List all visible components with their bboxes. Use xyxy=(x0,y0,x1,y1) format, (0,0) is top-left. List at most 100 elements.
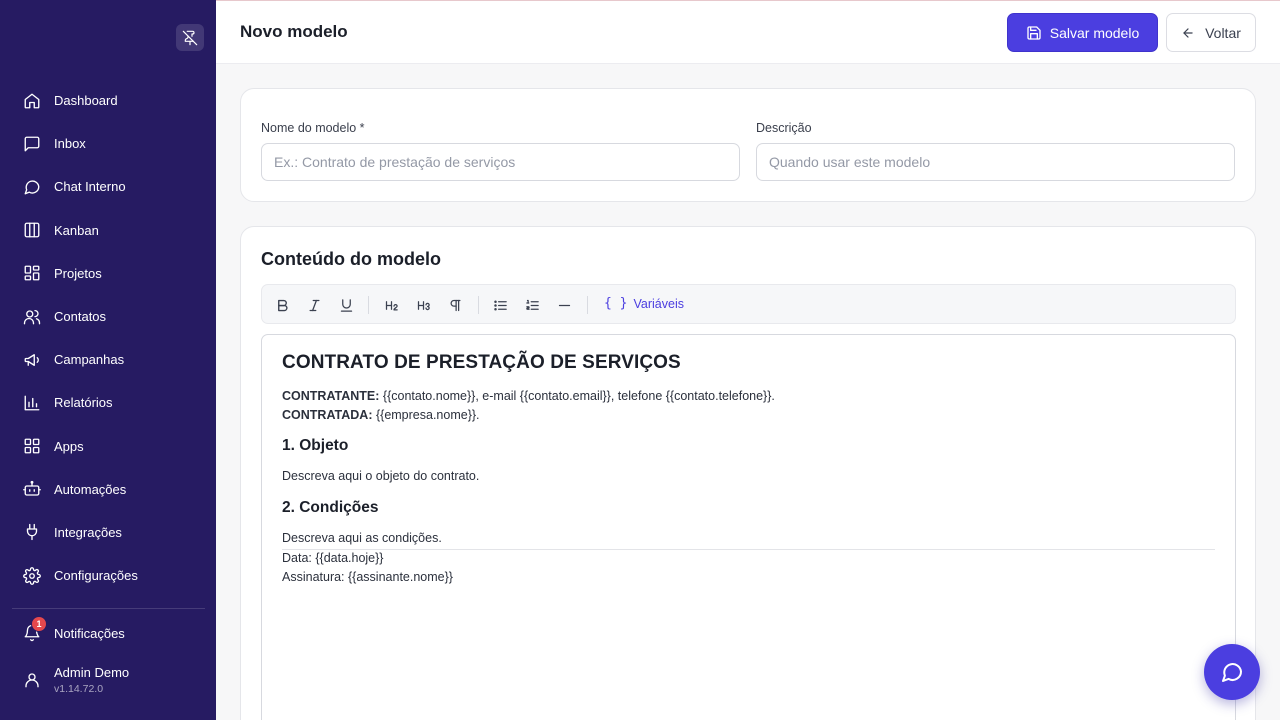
heading-2-button[interactable] xyxy=(379,293,403,317)
home-icon xyxy=(24,93,40,109)
paragraph-condicoes: Descreva aqui as condições. xyxy=(282,531,442,545)
unpin-sidebar-button[interactable] xyxy=(176,24,204,51)
page-title: Novo modelo xyxy=(240,22,348,41)
sidebar-item-label: Automações xyxy=(54,481,127,497)
bullet-list-icon xyxy=(493,300,507,310)
sidebar-item-campanhas[interactable]: Campanhas xyxy=(0,338,216,381)
sidebar-item-configuracoes[interactable]: Configurações xyxy=(0,554,216,597)
sidebar-item-label: Kanban xyxy=(54,222,99,238)
sidebar-item-automacoes[interactable]: Automações xyxy=(0,468,216,511)
arrow-left-icon xyxy=(1183,27,1193,38)
sidebar-item-dashboard[interactable]: Dashboard xyxy=(0,79,216,122)
user-info: Admin Demo v1.14.72.0 xyxy=(54,665,129,695)
italic-button[interactable] xyxy=(302,293,326,317)
description-field-label: Descrição xyxy=(756,121,812,135)
toolbar-separator xyxy=(368,296,369,314)
sidebar-divider xyxy=(12,608,205,609)
braces-icon: { } xyxy=(604,296,628,311)
sidebar-item-label: Apps xyxy=(54,438,84,454)
template-description-input[interactable] xyxy=(756,143,1235,181)
sidebar-item-label: Inbox xyxy=(54,136,86,152)
sidebar-item-label: Projetos xyxy=(54,265,102,281)
paragraph-button[interactable] xyxy=(443,293,467,317)
template-content-card: Conteúdo do modelo {} Variáveis CONTRAT… xyxy=(240,226,1256,720)
sidebar-item-contatos[interactable]: Contatos xyxy=(0,295,216,338)
back-button[interactable]: Voltar xyxy=(1166,13,1256,52)
sidebar-item-kanban[interactable]: Kanban xyxy=(0,209,216,252)
projects-icon xyxy=(24,265,40,281)
horizontal-rule xyxy=(282,549,1215,550)
chat-bubble-icon xyxy=(1222,663,1243,682)
ordered-list-button[interactable] xyxy=(520,293,544,317)
italic-icon xyxy=(309,299,319,311)
notification-count-badge: 1 xyxy=(31,616,47,632)
plug-icon xyxy=(26,524,38,541)
variables-button[interactable]: { } Variáveis xyxy=(604,296,684,311)
chat-support-button[interactable] xyxy=(1204,644,1260,700)
toolbar-separator xyxy=(587,296,588,314)
user-profile[interactable]: Admin Demo v1.14.72.0 xyxy=(0,662,216,698)
sidebar-item-label: Dashboard xyxy=(54,93,118,109)
ordered-list-icon xyxy=(525,299,539,310)
rich-text-editor[interactable]: CONTRATO DE PRESTAÇÃO DE SERVIÇOS CONTRA… xyxy=(261,334,1236,720)
chat-icon xyxy=(24,180,40,195)
sidebar-item-projetos[interactable]: Projetos xyxy=(0,252,216,295)
document-title: CONTRATO DE PRESTAÇÃO DE SERVIÇOS xyxy=(282,352,681,373)
sidebar-item-integracoes[interactable]: Integrações xyxy=(0,511,216,554)
sidebar: Dashboard Inbox Chat Interno Kanban Proj… xyxy=(0,0,216,720)
paragraph-objeto: Descreva aqui o objeto do contrato. xyxy=(282,469,480,483)
user-icon xyxy=(25,673,39,688)
variables-label: Variáveis xyxy=(633,296,684,311)
horizontal-rule-button[interactable] xyxy=(552,293,576,317)
date-line: Data: {{data.hoje}} xyxy=(282,551,384,565)
contratante-label: CONTRATANTE: xyxy=(282,389,380,403)
toolbar-separator xyxy=(478,296,479,314)
content-section-title: Conteúdo do modelo xyxy=(261,249,441,269)
contratada-text: {{empresa.nome}}. xyxy=(372,408,480,422)
contratada-line: CONTRATADA: {{empresa.nome}}. xyxy=(282,408,480,422)
bold-icon xyxy=(277,299,288,311)
chart-icon xyxy=(24,395,40,411)
underline-icon xyxy=(340,298,352,312)
sidebar-item-label: Configurações xyxy=(54,568,138,584)
sidebar-item-notificacoes[interactable]: 1 Notificações xyxy=(0,616,216,650)
minus-icon xyxy=(558,304,570,306)
pin-off-icon xyxy=(182,30,198,45)
heading-3-button[interactable] xyxy=(411,293,435,317)
sidebar-item-label: Integrações xyxy=(54,524,122,540)
sidebar-item-chat-interno[interactable]: Chat Interno xyxy=(0,165,216,208)
kanban-icon xyxy=(24,222,40,238)
sidebar-item-label: Chat Interno xyxy=(54,179,126,195)
section-heading-condicoes: 2. Condições xyxy=(282,499,379,516)
heading-3-icon xyxy=(417,300,430,310)
contratante-text: {{contato.nome}}, e-mail {{contato.email… xyxy=(379,389,775,403)
name-field-label: Nome do modelo * xyxy=(261,121,365,135)
back-button-label: Voltar xyxy=(1205,24,1241,41)
contratada-label: CONTRATADA: xyxy=(282,408,373,422)
sidebar-item-relatorios[interactable]: Relatórios xyxy=(0,381,216,424)
editor-toolbar: { } Variáveis xyxy=(261,284,1236,324)
template-name-input[interactable] xyxy=(261,143,740,181)
sidebar-item-label: Relatórios xyxy=(54,395,113,411)
save-button-label: Salvar modelo xyxy=(1049,24,1140,41)
template-info-card: Nome do modelo * Descrição xyxy=(240,88,1256,202)
underline-button[interactable] xyxy=(334,293,358,317)
contratante-line: CONTRATANTE: {{contato.nome}}, e-mail {{… xyxy=(282,389,775,403)
apps-icon xyxy=(24,438,40,454)
megaphone-icon xyxy=(24,353,39,366)
inbox-icon xyxy=(24,136,40,152)
bell-icon-wrap: 1 xyxy=(23,616,47,642)
app-version: v1.14.72.0 xyxy=(54,683,104,695)
section-heading-objeto: 1. Objeto xyxy=(282,437,349,454)
contacts-icon xyxy=(23,309,41,324)
bullet-list-button[interactable] xyxy=(488,293,512,317)
pilcrow-icon xyxy=(450,299,460,311)
save-template-button[interactable]: Salvar modelo xyxy=(1007,13,1158,52)
bold-button[interactable] xyxy=(270,293,294,317)
sidebar-item-inbox[interactable]: Inbox xyxy=(0,122,216,165)
sidebar-item-label: Contatos xyxy=(54,309,107,325)
signature-line: Assinatura: {{assinante.nome}} xyxy=(282,570,453,584)
sidebar-item-apps[interactable]: Apps xyxy=(0,425,216,468)
sidebar-item-label: Notificações xyxy=(54,625,125,641)
user-name: Admin Demo xyxy=(54,665,130,680)
